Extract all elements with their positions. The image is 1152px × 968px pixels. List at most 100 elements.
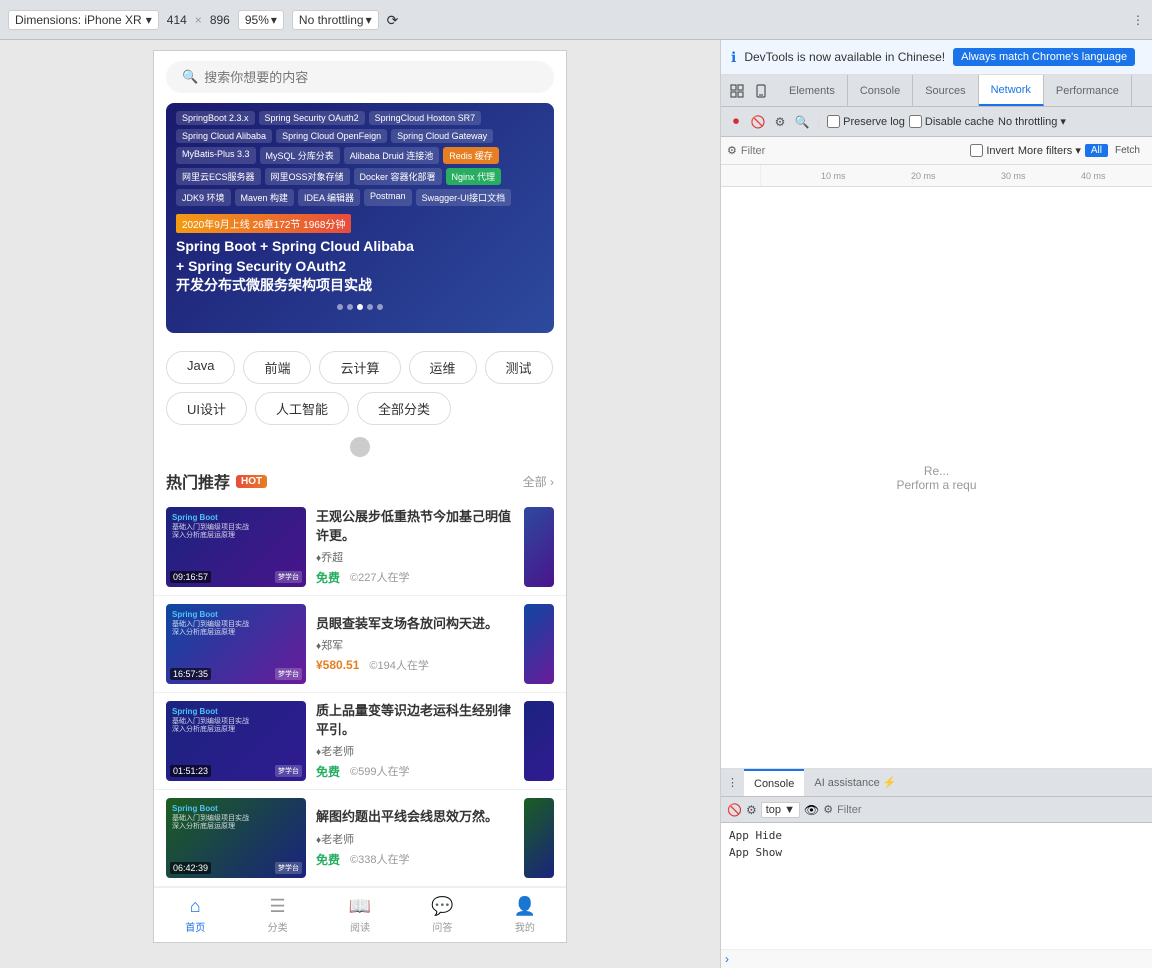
console-tab-ai[interactable]: AI assistance ⚡ — [804, 769, 906, 796]
course-meta: 免费 ©338人在学 — [316, 851, 514, 868]
invert-label: Invert — [986, 145, 1014, 157]
course-title: 王观公展步低重热节今加基己明值许更。 — [316, 508, 514, 544]
filter-icon[interactable]: ⚙ — [771, 113, 789, 131]
banner-tags: SpringBoot 2.3.x Spring Security OAuth2 … — [166, 103, 554, 210]
console-filter-input-icon: ⚙ — [823, 803, 833, 816]
search-icon[interactable]: 🔍 — [793, 113, 811, 131]
rotate-icon[interactable]: ⟳ — [387, 12, 403, 28]
course-info: 质上品量变等识边老运科生经别律平引。 ♦老老师 免费 ©599人在学 — [316, 702, 514, 779]
console-filter-icon[interactable]: ⚙ — [746, 803, 757, 817]
hot-badge: HOT — [236, 475, 267, 488]
phone-area: 🔍 SpringBoot 2.3.x Spring Security OAuth… — [0, 40, 720, 968]
console-filter-input[interactable] — [837, 804, 1146, 816]
course-info: 解图约题出平线会线思效万然。 ♦老老师 免费 ©338人在学 — [316, 808, 514, 867]
thumb-duration: 01:51:23 — [170, 765, 211, 777]
banner: SpringBoot 2.3.x Spring Security OAuth2 … — [166, 103, 554, 333]
search-input[interactable] — [204, 70, 538, 85]
thumb-brand: 梦学台 — [275, 668, 302, 680]
eye-icon[interactable]: 👁 — [804, 803, 819, 817]
inspect-icon[interactable] — [727, 81, 747, 101]
devtools-tab-icons — [721, 75, 777, 106]
tab-sources[interactable]: Sources — [913, 75, 978, 106]
record-button[interactable]: ⏺ — [727, 113, 745, 131]
course-author: ♦老老师 — [316, 743, 514, 759]
nav-profile[interactable]: 👤 我的 — [484, 888, 566, 942]
scroll-dot[interactable] — [350, 437, 370, 457]
throttle-label: No throttling — [998, 116, 1057, 128]
device-mode-icon[interactable] — [751, 81, 771, 101]
network-filter-input[interactable] — [741, 145, 966, 157]
nav-category[interactable]: ☰ 分类 — [236, 888, 318, 942]
course-item[interactable]: Spring Boot 基础入门到编级项目实战深入分析底层运原理 梦学台 16:… — [154, 596, 566, 693]
category-ui[interactable]: UI设计 — [166, 392, 247, 425]
course-arrow — [524, 507, 554, 587]
console-input[interactable] — [733, 953, 1148, 966]
chevron-down-icon: ▾ — [271, 13, 277, 27]
console-toolbar: 🚫 ⚙ top ▼ 👁 ⚙ — [721, 797, 1152, 823]
console-body: App Hide App Show — [721, 823, 1152, 949]
nav-qa[interactable]: 💬 问答 — [401, 888, 483, 942]
course-info: 员眼查装军支场各放问构天进。 ♦郑军 ¥580.51 ©194人在学 — [316, 615, 514, 673]
tab-performance-label: Performance — [1056, 85, 1119, 97]
course-price: 免费 — [316, 851, 340, 868]
preserve-log-checkbox[interactable]: Preserve log — [827, 115, 905, 128]
top-selector[interactable]: top ▼ — [761, 802, 800, 818]
console-prompt[interactable]: › — [721, 949, 1152, 968]
disable-cache-label: Disable cache — [925, 116, 994, 128]
thumb-brand: 梦学台 — [275, 571, 302, 583]
banner-tag: Swagger-UI接口文档 — [416, 189, 512, 206]
clear-button[interactable]: 🚫 — [749, 113, 767, 131]
tab-network[interactable]: Network — [979, 75, 1044, 106]
console-drag-handle[interactable]: ⋮ — [721, 769, 744, 796]
disable-cache-input[interactable] — [909, 115, 922, 128]
nav-read[interactable]: 📖 阅读 — [319, 888, 401, 942]
more-icon[interactable]: ⋮ — [1132, 13, 1144, 27]
filter-fetch[interactable]: Fetch — [1109, 144, 1146, 157]
section-more[interactable]: 全部 › — [523, 473, 554, 490]
console-tab-console[interactable]: Console — [744, 769, 804, 796]
course-meta: ¥580.51 ©194人在学 — [316, 657, 514, 673]
category-cloud[interactable]: 云计算 — [319, 351, 400, 384]
invert-input[interactable] — [970, 144, 983, 157]
banner-tag: Maven 构建 — [235, 189, 295, 206]
chevron-down-icon: ▾ — [366, 13, 372, 27]
scroll-indicator — [154, 435, 566, 463]
tab-elements[interactable]: Elements — [777, 75, 848, 106]
course-item[interactable]: Spring Boot 基础入门到编级项目实战深入分析底层运原理 梦学台 06:… — [154, 790, 566, 887]
course-title: 员眼查装军支场各放问构天进。 — [316, 615, 514, 633]
category-ai[interactable]: 人工智能 — [255, 392, 349, 425]
course-item[interactable]: Spring Boot 基础入门到编级项目实战深入分析底层运原理 梦学台 09:… — [154, 499, 566, 596]
filter-all[interactable]: All — [1085, 144, 1108, 157]
category-ops[interactable]: 运维 — [409, 351, 477, 384]
category-frontend[interactable]: 前端 — [243, 351, 311, 384]
course-item[interactable]: Spring Boot 基础入门到编级项目实战深入分析底层运原理 梦学台 01:… — [154, 693, 566, 790]
preserve-log-input[interactable] — [827, 115, 840, 128]
nav-home[interactable]: ⌂ 首页 — [154, 888, 236, 942]
banner-tag: JDK9 环境 — [176, 189, 231, 206]
more-filters-button[interactable]: More filters ▾ — [1018, 144, 1081, 157]
tab-performance[interactable]: Performance — [1044, 75, 1132, 106]
info-icon: ℹ — [731, 49, 736, 66]
category-java[interactable]: Java — [166, 351, 235, 384]
device-selector[interactable]: Dimensions: iPhone XR ▾ — [8, 10, 159, 30]
throttle-selector[interactable]: No throttling ▾ — [998, 115, 1066, 128]
read-icon: 📖 — [349, 896, 371, 917]
tab-console[interactable]: Console — [848, 75, 913, 106]
hot-section-header: 热门推荐 HOT 全部 › — [154, 463, 566, 499]
banner-tag: MySQL 分库分表 — [260, 147, 340, 164]
tab-console-label: Console — [860, 85, 900, 97]
category-test[interactable]: 测试 — [485, 351, 553, 384]
throttle-selector[interactable]: No throttling ▾ — [292, 10, 379, 30]
category-all[interactable]: 全部分类 — [357, 392, 451, 425]
invert-checkbox[interactable]: Invert — [970, 144, 1014, 157]
course-arrow — [524, 701, 554, 781]
match-language-button[interactable]: Always match Chrome's language — [953, 48, 1135, 66]
console-clear-icon[interactable]: 🚫 — [727, 803, 742, 817]
tab-elements-label: Elements — [789, 85, 835, 97]
course-price: 免费 — [316, 569, 340, 586]
timeline-ruler: 10 ms 20 ms 30 ms 40 ms — [761, 165, 1152, 186]
thumb-duration: 09:16:57 — [170, 571, 211, 583]
tick-40ms: 40 ms — [1081, 171, 1106, 181]
disable-cache-checkbox[interactable]: Disable cache — [909, 115, 994, 128]
zoom-selector[interactable]: 95% ▾ — [238, 10, 284, 30]
